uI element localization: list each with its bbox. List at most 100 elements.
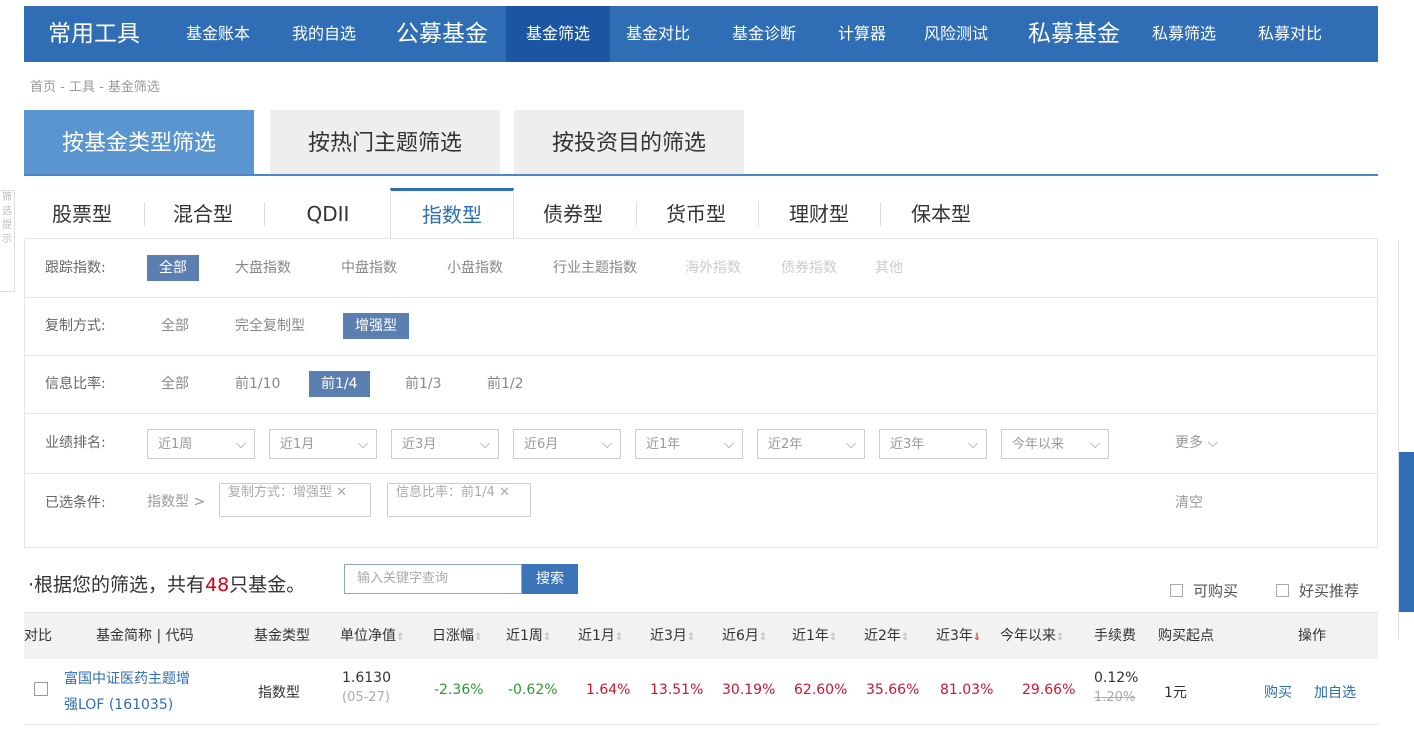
nav-private-screener[interactable]: 私募筛选 xyxy=(1152,6,1216,62)
type-tab-qdii[interactable]: QDII xyxy=(270,190,386,238)
nav-private-funds[interactable]: 私募基金 xyxy=(1028,6,1120,62)
type-tab-index[interactable]: 指数型 xyxy=(390,188,514,241)
nav-my-watchlist[interactable]: 我的自选 xyxy=(292,6,356,62)
sort-icon[interactable]: ⇕ xyxy=(474,632,482,643)
col-compare: 对比 xyxy=(24,628,52,644)
chevron-down-icon: ⌵ xyxy=(1090,437,1100,452)
nav-fund-ledger[interactable]: 基金账本 xyxy=(186,6,250,62)
nav-public-funds[interactable]: 公募基金 xyxy=(396,6,488,62)
selected-cond-copy[interactable]: 复制方式：增强型 ✕ xyxy=(219,483,371,517)
sort-icon[interactable]: ⇕ xyxy=(687,632,695,643)
sort-icon[interactable]: ⇕ xyxy=(1056,632,1064,643)
col-2y[interactable]: 近2年⇕ xyxy=(864,613,909,661)
close-icon[interactable]: ✕ xyxy=(499,485,510,500)
select-value: 近6月 xyxy=(524,437,559,452)
track-opt-overseas[interactable]: 海外指数 xyxy=(673,255,753,281)
type-tab-wealth[interactable]: 理财型 xyxy=(760,190,878,238)
track-opt-large[interactable]: 大盘指数 xyxy=(223,255,303,281)
nav-common-tools[interactable]: 常用工具 xyxy=(48,6,140,62)
rank-select-ytd[interactable]: 今年以来 ⌵ xyxy=(1001,429,1109,459)
buy-link[interactable]: 购买 xyxy=(1264,682,1292,702)
scrollbar-thumb[interactable] xyxy=(1399,452,1414,612)
track-opt-mid[interactable]: 中盘指数 xyxy=(329,255,409,281)
track-opt-all[interactable]: 全部 xyxy=(147,255,199,281)
col-6m[interactable]: 近6月⇕ xyxy=(722,613,767,661)
rank-select-1w[interactable]: 近1周 ⌵ xyxy=(147,429,255,459)
col-3m[interactable]: 近3月⇕ xyxy=(650,613,695,661)
type-tab-bond[interactable]: 债券型 xyxy=(514,190,632,238)
track-opt-bond[interactable]: 债券指数 xyxy=(769,255,849,281)
search-input[interactable]: 输入关键字查询 xyxy=(344,564,522,594)
fund-nav-date: (05-27) xyxy=(342,690,390,705)
fund-name-line1[interactable]: 富国中证医药主题增 xyxy=(64,668,190,688)
sort-icon[interactable]: ⇕ xyxy=(396,632,404,643)
page-scrollbar[interactable] xyxy=(1398,240,1414,640)
col-3y[interactable]: 近3年⇓ xyxy=(936,613,981,661)
sort-icon[interactable]: ⇕ xyxy=(615,632,623,643)
nav-private-compare[interactable]: 私募对比 xyxy=(1258,6,1322,62)
divider xyxy=(144,202,145,226)
sort-desc-icon[interactable]: ⇓ xyxy=(973,632,981,643)
info-opt-top3[interactable]: 前1/3 xyxy=(393,371,454,397)
copy-opt-enhanced[interactable]: 增强型 xyxy=(343,313,409,339)
sort-icon[interactable]: ⇕ xyxy=(829,632,837,643)
nav-calculator[interactable]: 计算器 xyxy=(838,6,886,62)
col-day[interactable]: 日涨幅⇕ xyxy=(432,613,482,661)
can-buy-checkbox[interactable]: 可购买 xyxy=(1170,580,1238,601)
nav-risk-test[interactable]: 风险测试 xyxy=(924,6,988,62)
compare-checkbox[interactable] xyxy=(34,682,48,696)
sort-icon[interactable]: ⇕ xyxy=(543,632,551,643)
fund-name-line2[interactable]: 强LOF (161035) xyxy=(64,694,173,714)
checkbox-icon[interactable] xyxy=(1276,584,1289,597)
rank-select-1y[interactable]: 近1年 ⌵ xyxy=(635,429,743,459)
recommend-checkbox[interactable]: 好买推荐 xyxy=(1276,580,1359,601)
type-tab-guaranteed[interactable]: 保本型 xyxy=(882,190,1000,238)
select-value: 近1周 xyxy=(158,437,193,452)
col-1w[interactable]: 近1周⇕ xyxy=(506,613,551,661)
divider xyxy=(264,202,265,226)
sort-icon[interactable]: ⇕ xyxy=(759,632,767,643)
type-tab-money[interactable]: 货币型 xyxy=(638,190,754,238)
copy-opt-full[interactable]: 完全复制型 xyxy=(223,313,317,339)
col-type: 基金类型 xyxy=(254,628,310,644)
rank-select-6m[interactable]: 近6月 ⌵ xyxy=(513,429,621,459)
copy-opt-all[interactable]: 全部 xyxy=(149,313,201,339)
tab-by-type[interactable]: 按基金类型筛选 xyxy=(24,110,254,174)
search-button[interactable]: 搜索 xyxy=(522,564,578,594)
rank-select-3y[interactable]: 近3年 ⌵ xyxy=(879,429,987,459)
col-1m[interactable]: 近1月⇕ xyxy=(578,613,623,661)
selected-type: 指数型 > xyxy=(147,494,206,510)
type-tab-stock[interactable]: 股票型 xyxy=(24,190,140,238)
selected-cond-info[interactable]: 信息比率：前1/4 ✕ xyxy=(387,483,531,517)
checkbox-icon[interactable] xyxy=(1170,584,1183,597)
side-tip[interactable]: 筛选提示 xyxy=(0,190,15,292)
nav-fund-compare[interactable]: 基金对比 xyxy=(626,6,690,62)
col-nav[interactable]: 单位净值⇕ xyxy=(340,613,404,661)
info-opt-top2[interactable]: 前1/2 xyxy=(475,371,536,397)
breadcrumb[interactable]: 首页 - 工具 - 基金筛选 xyxy=(30,76,160,95)
rank-select-1m[interactable]: 近1月 ⌵ xyxy=(269,429,377,459)
fund-min-purchase: 1元 xyxy=(1164,685,1187,701)
tab-by-purpose[interactable]: 按投资目的筛选 xyxy=(514,110,744,174)
info-opt-all[interactable]: 全部 xyxy=(149,371,201,397)
type-tab-mixed[interactable]: 混合型 xyxy=(148,190,258,238)
info-opt-top4[interactable]: 前1/4 xyxy=(309,371,370,397)
tab-by-theme[interactable]: 按热门主题筛选 xyxy=(270,110,500,174)
nav-fund-diagnosis[interactable]: 基金诊断 xyxy=(732,6,796,62)
clear-button[interactable]: 清空 xyxy=(1175,473,1203,533)
col-1y[interactable]: 近1年⇕ xyxy=(792,613,837,661)
track-opt-small[interactable]: 小盘指数 xyxy=(435,255,515,281)
sort-icon[interactable]: ⇕ xyxy=(901,632,909,643)
fund-6m: 30.19% xyxy=(722,682,776,698)
info-opt-top10[interactable]: 前1/10 xyxy=(223,371,292,397)
close-icon[interactable]: ✕ xyxy=(336,485,347,500)
nav-fund-screener[interactable]: 基金筛选 xyxy=(506,6,610,62)
add-watchlist-link[interactable]: 加自选 xyxy=(1314,682,1356,702)
more-button[interactable]: 更多 ⌵ xyxy=(1175,413,1218,473)
rank-select-3m[interactable]: 近3月 ⌵ xyxy=(391,429,499,459)
col-ytd[interactable]: 今年以来⇕ xyxy=(1000,613,1064,661)
rank-select-2y[interactable]: 近2年 ⌵ xyxy=(757,429,865,459)
col-name[interactable]: 基金简称 | 代码 xyxy=(96,613,194,659)
track-opt-sector[interactable]: 行业主题指数 xyxy=(541,255,649,281)
track-opt-other[interactable]: 其他 xyxy=(863,255,915,281)
